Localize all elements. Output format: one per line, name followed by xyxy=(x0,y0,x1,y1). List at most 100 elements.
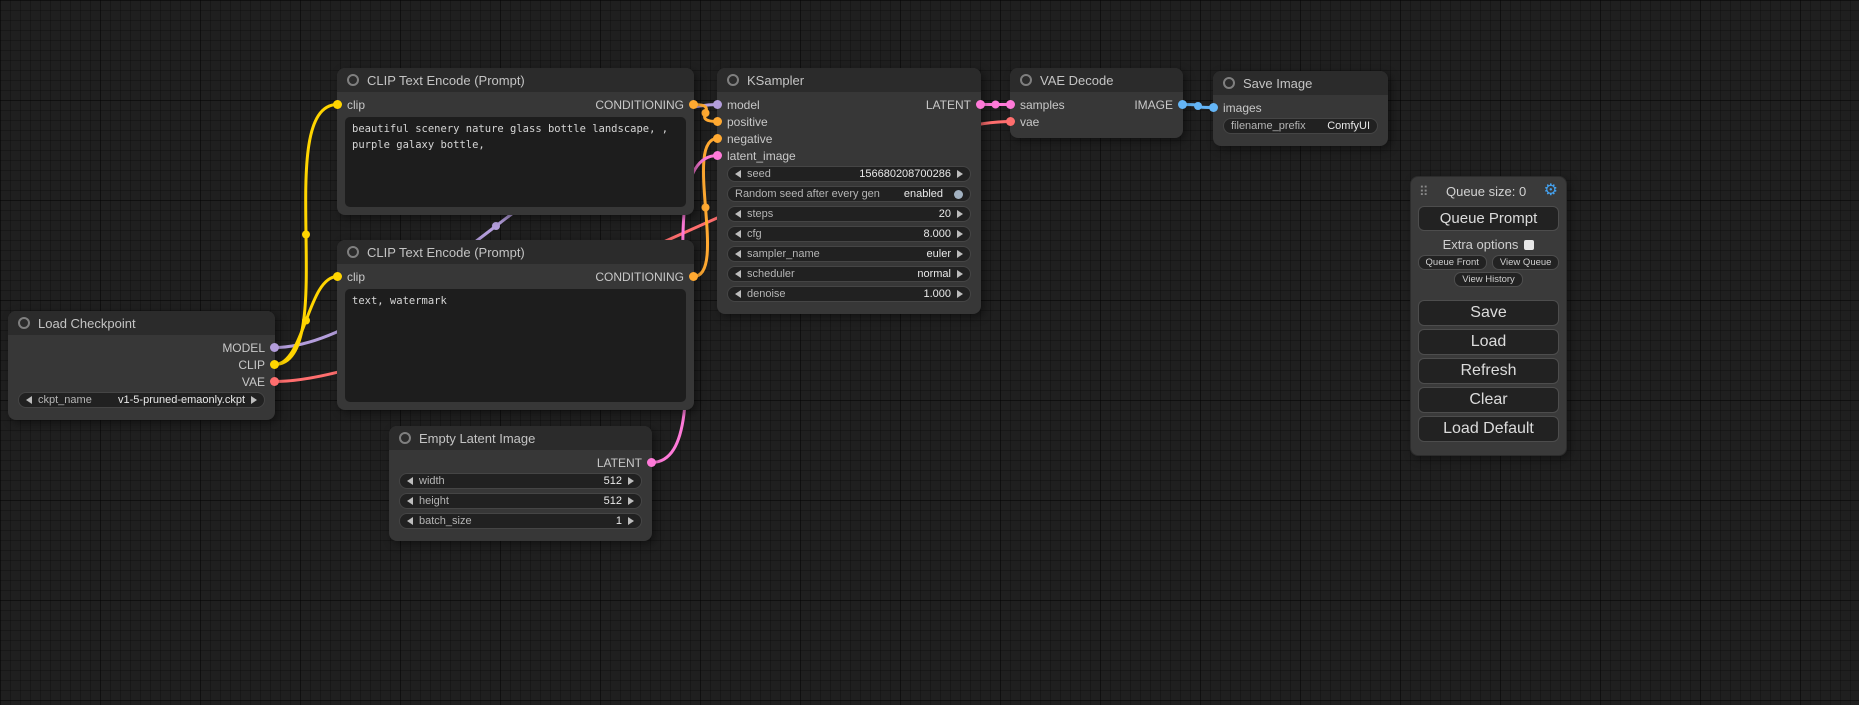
input-dot-images[interactable] xyxy=(1209,103,1218,112)
slot-row: positive xyxy=(717,113,981,130)
decrement-arrow-icon[interactable] xyxy=(735,270,741,278)
increment-arrow-icon[interactable] xyxy=(628,477,634,485)
decrement-arrow-icon[interactable] xyxy=(735,290,741,298)
node-title-bar[interactable]: Save Image xyxy=(1213,71,1388,95)
node-graph-canvas[interactable]: Load Checkpoint MODEL CLIP VAE ckpt_name… xyxy=(0,0,1859,705)
increment-arrow-icon[interactable] xyxy=(628,497,634,505)
save-button[interactable]: Save xyxy=(1418,300,1559,326)
collapse-dot-icon[interactable] xyxy=(347,74,359,86)
increment-arrow-icon[interactable] xyxy=(628,517,634,525)
collapse-dot-icon[interactable] xyxy=(18,317,30,329)
link-midpoint-dot[interactable] xyxy=(702,109,710,117)
node-title-bar[interactable]: VAE Decode xyxy=(1010,68,1183,92)
input-dot-model[interactable] xyxy=(713,100,722,109)
refresh-button[interactable]: Refresh xyxy=(1418,358,1559,384)
decrement-arrow-icon[interactable] xyxy=(407,497,413,505)
link-midpoint-dot[interactable] xyxy=(302,231,310,239)
link-midpoint-dot[interactable] xyxy=(702,204,710,212)
node-clip-text-encode-positive[interactable]: CLIP Text Encode (Prompt) clip CONDITION… xyxy=(337,68,694,215)
widget-scheduler[interactable]: scheduler normal xyxy=(727,266,971,282)
slot-row: vae xyxy=(1010,113,1183,130)
input-dot-clip[interactable] xyxy=(333,272,342,281)
input-dot-positive[interactable] xyxy=(713,117,722,126)
decrement-arrow-icon[interactable] xyxy=(735,250,741,258)
node-title: CLIP Text Encode (Prompt) xyxy=(367,73,525,88)
decrement-arrow-icon[interactable] xyxy=(407,477,413,485)
output-dot-conditioning[interactable] xyxy=(689,272,698,281)
input-dot-samples[interactable] xyxy=(1006,100,1015,109)
settings-gear-icon[interactable] xyxy=(1544,183,1558,199)
widget-random-seed-toggle[interactable]: Random seed after every gen enabled xyxy=(727,186,971,202)
collapse-dot-icon[interactable] xyxy=(347,246,359,258)
node-title-bar[interactable]: Load Checkpoint xyxy=(8,311,275,335)
load-default-button[interactable]: Load Default xyxy=(1418,416,1559,442)
input-dot-latent-image[interactable] xyxy=(713,151,722,160)
slot-row: model LATENT xyxy=(717,96,981,113)
queue-prompt-button[interactable]: Queue Prompt xyxy=(1418,206,1559,231)
increment-arrow-icon[interactable] xyxy=(957,230,963,238)
widget-filename-prefix[interactable]: filename_prefix ComfyUI xyxy=(1223,118,1378,134)
node-empty-latent-image[interactable]: Empty Latent Image LATENT width 512 heig… xyxy=(389,426,652,541)
increment-arrow-icon[interactable] xyxy=(957,290,963,298)
input-dot-negative[interactable] xyxy=(713,134,722,143)
output-dot-latent[interactable] xyxy=(976,100,985,109)
node-title-bar[interactable]: CLIP Text Encode (Prompt) xyxy=(337,240,694,264)
view-queue-button[interactable]: View Queue xyxy=(1492,255,1560,270)
widget-denoise[interactable]: denoise 1.000 xyxy=(727,286,971,302)
collapse-dot-icon[interactable] xyxy=(1223,77,1235,89)
increment-arrow-icon[interactable] xyxy=(957,170,963,178)
input-dot-clip[interactable] xyxy=(333,100,342,109)
increment-arrow-icon[interactable] xyxy=(957,250,963,258)
decrement-arrow-icon[interactable] xyxy=(735,170,741,178)
prompt-text-input[interactable]: text, watermark xyxy=(345,289,686,402)
increment-arrow-icon[interactable] xyxy=(957,270,963,278)
node-title-bar[interactable]: Empty Latent Image xyxy=(389,426,652,450)
decrement-arrow-icon[interactable] xyxy=(735,230,741,238)
output-dot-clip[interactable] xyxy=(270,360,279,369)
view-history-button[interactable]: View History xyxy=(1454,272,1523,287)
output-dot-vae[interactable] xyxy=(270,377,279,386)
node-vae-decode[interactable]: VAE Decode samples IMAGE vae xyxy=(1010,68,1183,138)
decrement-arrow-icon[interactable] xyxy=(26,396,32,404)
node-ksampler[interactable]: KSampler model LATENT positive negative … xyxy=(717,68,981,314)
widget-value: normal xyxy=(917,268,951,280)
node-save-image[interactable]: Save Image images filename_prefix ComfyU… xyxy=(1213,71,1388,146)
output-dot-conditioning[interactable] xyxy=(689,100,698,109)
widget-width[interactable]: width 512 xyxy=(399,473,642,489)
output-dot-latent[interactable] xyxy=(647,458,656,467)
queue-front-button[interactable]: Queue Front xyxy=(1418,255,1487,270)
link-midpoint-dot[interactable] xyxy=(492,222,500,230)
link-midpoint-dot[interactable] xyxy=(992,101,1000,109)
widget-ckpt-name[interactable]: ckpt_name v1-5-pruned-emaonly.ckpt xyxy=(18,392,265,408)
widget-steps[interactable]: steps 20 xyxy=(727,206,971,222)
widget-cfg[interactable]: cfg 8.000 xyxy=(727,226,971,242)
collapse-dot-icon[interactable] xyxy=(727,74,739,86)
link-midpoint-dot[interactable] xyxy=(1194,102,1202,110)
increment-arrow-icon[interactable] xyxy=(251,396,257,404)
decrement-arrow-icon[interactable] xyxy=(407,517,413,525)
collapse-dot-icon[interactable] xyxy=(399,432,411,444)
widget-sampler-name[interactable]: sampler_name euler xyxy=(727,246,971,262)
node-title-bar[interactable]: KSampler xyxy=(717,68,981,92)
prompt-text-input[interactable]: beautiful scenery nature glass bottle la… xyxy=(345,117,686,207)
collapse-dot-icon[interactable] xyxy=(1020,74,1032,86)
output-slot-row: VAE xyxy=(8,373,275,390)
extra-options-checkbox[interactable] xyxy=(1524,240,1534,250)
output-dot-image[interactable] xyxy=(1178,100,1187,109)
output-dot-model[interactable] xyxy=(270,343,279,352)
node-title-bar[interactable]: CLIP Text Encode (Prompt) xyxy=(337,68,694,92)
widget-height[interactable]: height 512 xyxy=(399,493,642,509)
widget-seed[interactable]: seed 156680208700286 xyxy=(727,166,971,182)
load-button[interactable]: Load xyxy=(1418,329,1559,355)
node-load-checkpoint[interactable]: Load Checkpoint MODEL CLIP VAE ckpt_name… xyxy=(8,311,275,420)
clear-button[interactable]: Clear xyxy=(1418,387,1559,413)
input-dot-vae[interactable] xyxy=(1006,117,1015,126)
widget-batch-size[interactable]: batch_size 1 xyxy=(399,513,642,529)
increment-arrow-icon[interactable] xyxy=(957,210,963,218)
link-midpoint-dot[interactable] xyxy=(302,317,310,325)
widget-label: steps xyxy=(747,208,773,220)
decrement-arrow-icon[interactable] xyxy=(735,210,741,218)
toggle-dot-icon[interactable] xyxy=(954,190,963,199)
drag-handle-icon[interactable] xyxy=(1419,185,1429,198)
node-clip-text-encode-negative[interactable]: CLIP Text Encode (Prompt) clip CONDITION… xyxy=(337,240,694,410)
